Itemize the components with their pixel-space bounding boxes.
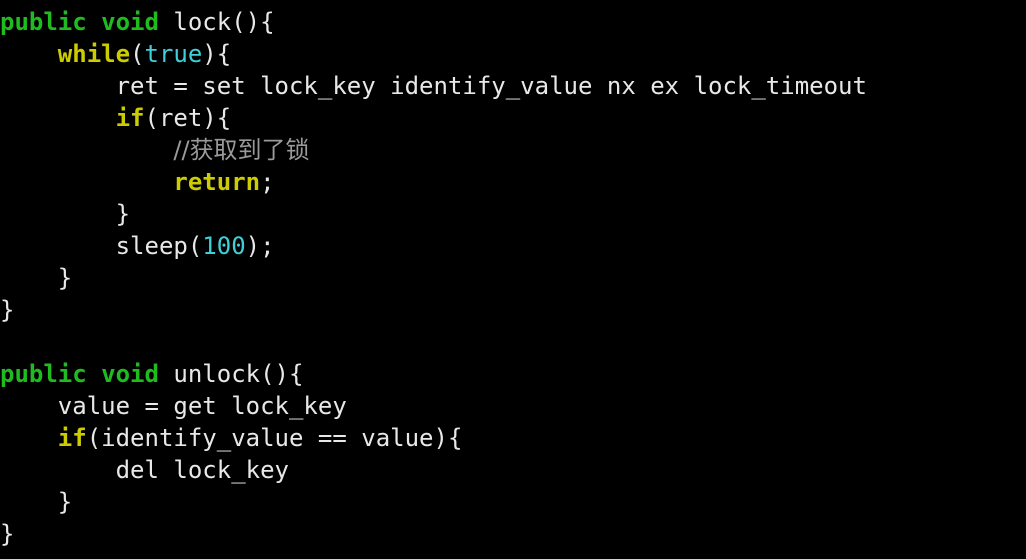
code-line[interactable]: } xyxy=(0,262,1026,294)
code-token-punct: } xyxy=(0,520,15,548)
code-line[interactable]: sleep(100); xyxy=(0,230,1026,262)
code-token-keyword-yellow: if xyxy=(115,104,145,132)
code-token-punct: { xyxy=(260,8,275,36)
code-line[interactable]: } xyxy=(0,486,1026,518)
code-token-plain: unlock() xyxy=(158,360,289,388)
code-line[interactable]: } xyxy=(0,198,1026,230)
code-token-punct: } xyxy=(0,296,15,324)
code-token-keyword-yellow: while xyxy=(57,40,131,68)
code-screenshot: public void lock(){ while(true){ ret = s… xyxy=(0,0,1026,559)
code-line[interactable]: } xyxy=(0,518,1026,550)
code-line[interactable]: public void unlock(){ xyxy=(0,358,1026,390)
code-token-plain: sleep xyxy=(115,232,188,260)
code-block[interactable]: public void lock(){ while(true){ ret = s… xyxy=(0,6,1026,550)
code-token-punct: ; xyxy=(260,232,275,260)
code-token-punct: ( xyxy=(187,232,203,260)
code-token-punct: ) xyxy=(202,40,217,68)
code-token-punct: { xyxy=(447,424,463,452)
code-line[interactable]: value = get lock_key xyxy=(0,390,1026,422)
code-line[interactable]: while(true){ xyxy=(0,38,1026,70)
code-token-plain: (ret) xyxy=(144,104,217,132)
code-token-keyword-green: public void xyxy=(0,360,159,388)
code-token-keyword-green: public void xyxy=(0,8,159,36)
code-line[interactable]: //获取到了锁 xyxy=(0,134,1026,166)
code-line[interactable]: return; xyxy=(0,166,1026,198)
code-token-comment: //获取到了锁 xyxy=(173,136,310,164)
code-token-punct: { xyxy=(289,360,304,388)
code-token-punct: } xyxy=(115,200,131,228)
code-line[interactable]: ret = set lock_key identify_value nx ex … xyxy=(0,70,1026,102)
code-line[interactable]: public void lock(){ xyxy=(0,6,1026,38)
code-token-literal: true xyxy=(144,40,203,68)
code-line[interactable]: if(identify_value == value){ xyxy=(0,422,1026,454)
code-token-punct: } xyxy=(57,488,73,516)
code-token-plain: (identify_value == value) xyxy=(86,424,448,452)
code-token-punct: { xyxy=(216,104,232,132)
code-token-punct: ( xyxy=(130,40,145,68)
code-token-keyword-yellow: if xyxy=(57,424,87,452)
code-token-punct: ; xyxy=(260,168,275,196)
code-token-plain: ret = set lock_key identify_value nx ex … xyxy=(115,72,867,100)
code-token-plain: value = get lock_key xyxy=(57,392,347,420)
code-token-punct: ) xyxy=(245,232,261,260)
code-line[interactable]: if(ret){ xyxy=(0,102,1026,134)
code-line[interactable]: del lock_key xyxy=(0,454,1026,486)
code-token-keyword-yellow: return xyxy=(173,168,261,196)
code-token-plain: del lock_key xyxy=(115,456,289,484)
code-token-plain: lock() xyxy=(158,8,261,36)
code-token-punct: { xyxy=(216,40,232,68)
code-token-literal: 100 xyxy=(202,232,246,260)
code-token-punct: } xyxy=(57,264,73,292)
code-line[interactable]: } xyxy=(0,294,1026,326)
code-line[interactable] xyxy=(0,326,1026,358)
